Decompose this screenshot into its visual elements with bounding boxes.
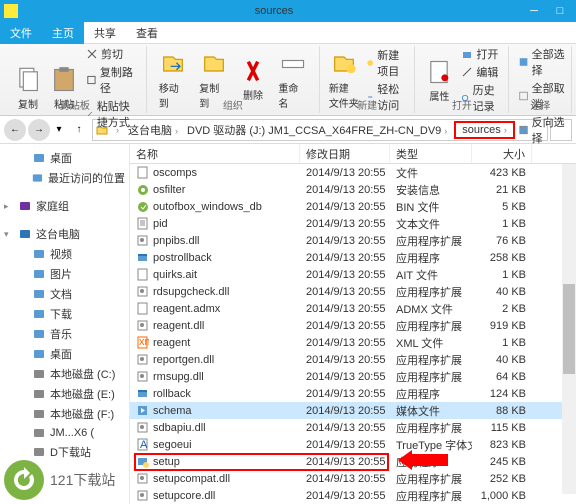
clipboard-small: 剪切 复制路径 粘贴快捷方式 xyxy=(82,46,140,130)
ribbon-group-clipboard: 复制 粘贴 剪切 复制路径 粘贴快捷方式 剪贴板 xyxy=(4,46,147,113)
table-row[interactable]: rmsupg.dll2014/9/13 20:55应用程序扩展64 KB xyxy=(130,368,576,385)
sidebar: 桌面最近访问的位置▸家庭组▾这台电脑视频图片文档下载音乐桌面本地磁盘 (C:)本… xyxy=(0,144,130,504)
sidebar-item[interactable]: 本地磁盘 (F:) xyxy=(2,404,127,424)
table-row[interactable]: setupcompat.dll2014/9/13 20:55应用程序扩展252 … xyxy=(130,470,576,487)
table-row[interactable]: xmlreagent2014/9/13 20:55XML 文件1 KB xyxy=(130,334,576,351)
table-row[interactable]: setupcore.dll2014/9/13 20:55应用程序扩展1,000 … xyxy=(130,487,576,504)
copy-button[interactable]: 复制 xyxy=(10,46,46,130)
sidebar-item[interactable]: 本地磁盘 (E:) xyxy=(2,384,127,404)
copypath-button[interactable]: 复制路径 xyxy=(86,64,140,96)
table-row[interactable]: sdbapiu.dll2014/9/13 20:55应用程序扩展115 KB xyxy=(130,419,576,436)
ribbon: 复制 粘贴 剪切 复制路径 粘贴快捷方式 剪贴板 移动到 复制到 删除 重命名 … xyxy=(0,44,576,116)
sidebar-item[interactable]: 桌面 xyxy=(2,344,127,364)
tab-share[interactable]: 共享 xyxy=(84,22,126,44)
table-row[interactable]: rollback2014/9/13 20:55应用程序124 KB xyxy=(130,385,576,402)
scroll-thumb[interactable] xyxy=(563,284,575,374)
watermark-icon xyxy=(4,460,44,500)
col-size[interactable]: 大小 xyxy=(472,144,532,163)
edit-button[interactable]: 编辑 xyxy=(461,64,502,80)
open-button[interactable]: 打开 xyxy=(461,46,502,62)
table-row[interactable]: schema2014/9/13 20:55媒体文件88 KB xyxy=(130,402,576,419)
sidebar-item[interactable]: 文档 xyxy=(2,284,127,304)
table-row[interactable]: outofbox_windows_db2014/9/13 20:55BIN 文件… xyxy=(130,198,576,215)
maximize-button[interactable]: □ xyxy=(548,3,572,19)
col-name[interactable]: 名称 xyxy=(130,144,300,163)
cut-button[interactable]: 剪切 xyxy=(86,46,140,62)
app-icon xyxy=(4,4,18,18)
table-row[interactable]: reagent.dll2014/9/13 20:55应用程序扩展919 KB xyxy=(130,317,576,334)
svg-text:xml: xml xyxy=(139,336,149,348)
newitem-button[interactable]: 新建项目 xyxy=(366,47,409,79)
file-list: 名称 修改日期 类型 大小 oscomps2014/9/13 20:55文件42… xyxy=(130,144,576,504)
col-type[interactable]: 类型 xyxy=(390,144,472,163)
ribbon-group-open: 属性 打开 编辑 历史记录 打开 xyxy=(415,46,509,113)
table-row[interactable]: Asegoeui2014/9/13 20:55TrueType 字体文件823 … xyxy=(130,436,576,453)
table-row[interactable]: postrollback2014/9/13 20:55应用程序258 KB xyxy=(130,249,576,266)
tab-view[interactable]: 查看 xyxy=(126,22,168,44)
crumb-sources[interactable]: sources› xyxy=(454,121,515,139)
crumb-drive[interactable]: DVD 驱动器 (J:) JM1_CCSA_X64FRE_ZH-CN_DV9› xyxy=(183,122,452,138)
table-row[interactable]: reagent.admx2014/9/13 20:55ADMX 文件2 KB xyxy=(130,300,576,317)
ribbon-group-new: 新建 文件夹 新建项目 轻松访问 新建 xyxy=(320,46,416,113)
sidebar-item[interactable]: D下载站 xyxy=(2,442,127,462)
tab-home[interactable]: 主页 xyxy=(42,22,84,44)
sidebar-item[interactable]: 下载 xyxy=(2,304,127,324)
table-row[interactable]: osfilter2014/9/13 20:55安装信息21 KB xyxy=(130,181,576,198)
sidebar-item[interactable]: 视频 xyxy=(2,244,127,264)
scrollbar[interactable] xyxy=(562,164,576,494)
svg-text:A: A xyxy=(140,439,148,451)
window-title: sources xyxy=(26,5,522,17)
menu-bar: 文件 主页 共享 查看 xyxy=(0,22,576,44)
content-area: 桌面最近访问的位置▸家庭组▾这台电脑视频图片文档下载音乐桌面本地磁盘 (C:)本… xyxy=(0,144,576,504)
table-row[interactable]: quirks.ait2014/9/13 20:55AIT 文件1 KB xyxy=(130,266,576,283)
sidebar-item[interactable]: 桌面 xyxy=(2,148,127,168)
table-row[interactable]: setup2014/9/13 20:55应用程序245 KB xyxy=(130,453,576,470)
col-date[interactable]: 修改日期 xyxy=(300,144,390,163)
table-row[interactable]: reportgen.dll2014/9/13 20:55应用程序扩展40 KB xyxy=(130,351,576,368)
sidebar-item[interactable]: JM...X6 ( xyxy=(2,424,127,442)
sidebar-item[interactable]: 音乐 xyxy=(2,324,127,344)
breadcrumb[interactable]: › 这台电脑› DVD 驱动器 (J:) JM1_CCSA_X64FRE_ZH-… xyxy=(92,119,548,141)
sidebar-item[interactable]: ▸家庭组 xyxy=(2,196,127,216)
table-row[interactable]: pid2014/9/13 20:55文本文件1 KB xyxy=(130,215,576,232)
watermark: 121下载站 xyxy=(4,460,115,500)
watermark-text: 121下载站 xyxy=(50,470,115,490)
sidebar-item[interactable]: 最近访问的位置 xyxy=(2,168,127,188)
table-row[interactable]: rdsupgcheck.dll2014/9/13 20:55应用程序扩展40 K… xyxy=(130,283,576,300)
table-row[interactable]: oscomps2014/9/13 20:55文件423 KB xyxy=(130,164,576,181)
title-bar: sources ─ □ xyxy=(0,0,576,22)
minimize-button[interactable]: ─ xyxy=(522,3,546,19)
ribbon-group-select: 全部选择 全部取消 反向选择 选择 xyxy=(509,46,572,113)
invert-button[interactable]: 反向选择 xyxy=(519,114,565,146)
tab-file[interactable]: 文件 xyxy=(0,22,42,44)
sidebar-item[interactable]: 本地磁盘 (C:) xyxy=(2,364,127,384)
sidebar-item[interactable]: ▾这台电脑 xyxy=(2,224,127,244)
table-row[interactable]: pnpibs.dll2014/9/13 20:55应用程序扩展76 KB xyxy=(130,232,576,249)
selectall-button[interactable]: 全部选择 xyxy=(519,46,565,78)
ribbon-group-organize: 移动到 复制到 删除 重命名 组织 xyxy=(147,46,320,113)
paste-button[interactable]: 粘贴 xyxy=(46,46,82,130)
column-headers: 名称 修改日期 类型 大小 xyxy=(130,144,576,164)
sidebar-item[interactable]: 图片 xyxy=(2,264,127,284)
